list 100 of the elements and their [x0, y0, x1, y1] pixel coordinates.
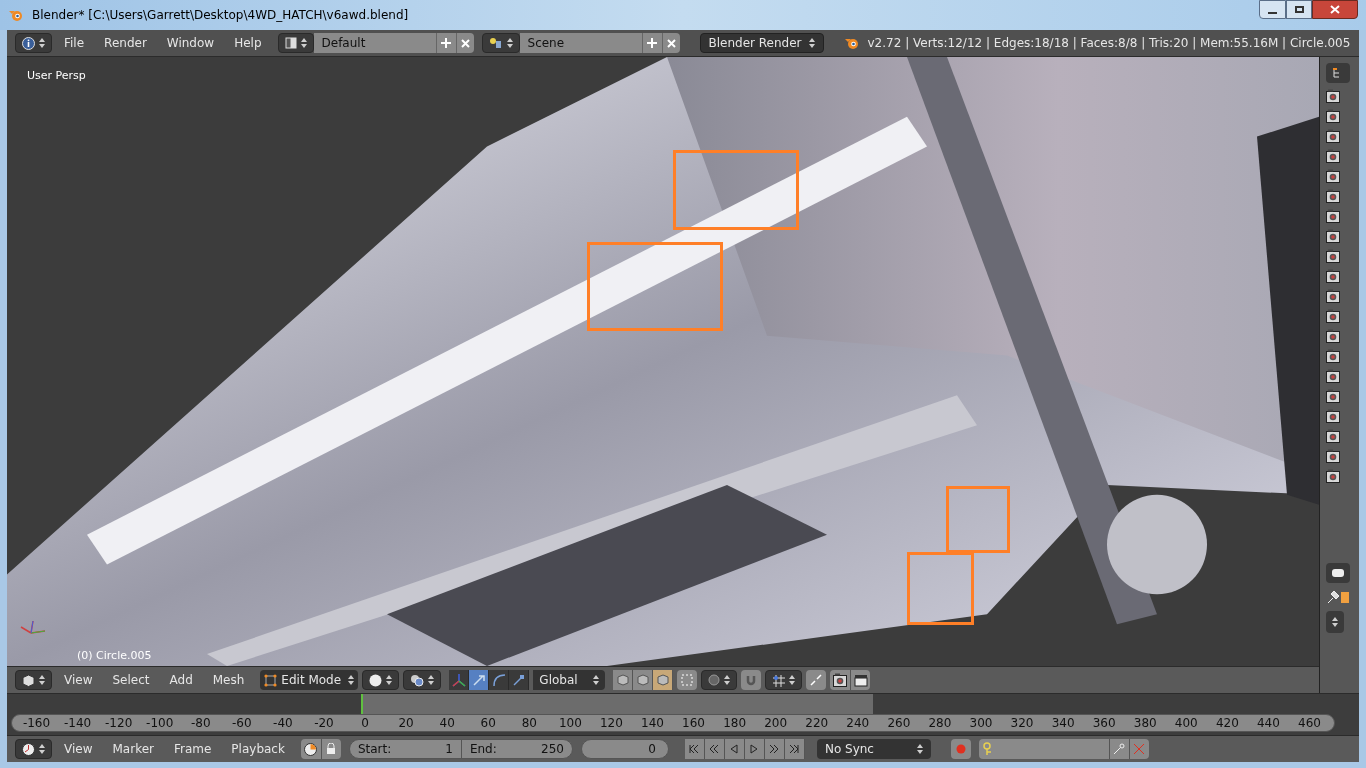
cube-icon	[636, 674, 649, 686]
camera-icon[interactable]	[1326, 189, 1340, 203]
camera-icon[interactable]	[1326, 449, 1340, 463]
snap-element-dropdown[interactable]	[765, 670, 803, 690]
manipulator-toggle[interactable]	[509, 670, 530, 690]
close-button[interactable]	[1312, 0, 1358, 19]
select-mode-toggle[interactable]	[633, 670, 654, 690]
camera-icon[interactable]	[1326, 169, 1340, 183]
pivot-dropdown[interactable]	[403, 670, 442, 690]
updown-arrows-icon	[348, 674, 355, 686]
insert-keyframe-button[interactable]	[1108, 739, 1129, 759]
add-button[interactable]	[641, 33, 662, 53]
menu-item[interactable]: File	[56, 34, 93, 52]
playback-button[interactable]	[784, 739, 805, 759]
clapperboard-icon	[853, 673, 868, 687]
camera-icon[interactable]	[1326, 229, 1340, 243]
camera-icon[interactable]	[1326, 469, 1340, 483]
frame-number: -100	[145, 715, 175, 732]
pin-icon[interactable]	[1326, 589, 1350, 605]
current-frame-field[interactable]: 0	[580, 739, 669, 759]
playback-button[interactable]	[704, 739, 725, 759]
plus-icon	[441, 38, 451, 48]
camera-icon[interactable]	[1326, 329, 1340, 343]
layout-field[interactable]: Default	[313, 33, 436, 53]
snap-toggle[interactable]	[741, 670, 762, 690]
playback-button[interactable]	[764, 739, 785, 759]
app-logo-icon	[8, 8, 24, 22]
menu-item[interactable]: Select	[104, 671, 158, 689]
playback-icon	[709, 743, 720, 755]
frame-number: 360	[1091, 715, 1117, 732]
select-mode-toggle[interactable]	[653, 670, 674, 690]
proportional-dropdown[interactable]	[701, 670, 738, 690]
scroll-arrows-button[interactable]	[1326, 611, 1344, 633]
menu-item[interactable]: Help	[226, 34, 270, 52]
render-engine-dropdown[interactable]: Blender Render	[699, 33, 824, 53]
frame-number: -80	[189, 715, 212, 732]
magnet-icon	[745, 674, 758, 686]
editor-type-button[interactable]	[15, 670, 52, 690]
select-mode-toggle[interactable]	[613, 670, 634, 690]
scene-type-button[interactable]	[481, 33, 520, 53]
menu-item[interactable]: Playback	[223, 740, 293, 758]
shading-dropdown[interactable]	[362, 670, 400, 690]
camera-icon[interactable]	[1326, 369, 1340, 383]
menu-item[interactable]: Add	[161, 671, 201, 689]
maximize-button[interactable]	[1286, 0, 1312, 19]
camera-icon[interactable]	[1326, 409, 1340, 423]
menu-item[interactable]: Frame	[165, 740, 220, 758]
playback-button[interactable]	[684, 739, 705, 759]
lock-toggle[interactable]	[320, 739, 341, 759]
editor-type-button[interactable]	[15, 739, 52, 759]
frame-number: -160	[21, 715, 52, 732]
menu-item[interactable]: View	[56, 671, 101, 689]
manipulator-toggle[interactable]	[469, 670, 490, 690]
camera-icon[interactable]	[1326, 289, 1340, 303]
camera-icon[interactable]	[1326, 309, 1340, 323]
frame-number: 300	[968, 715, 994, 732]
menu-item[interactable]: View	[56, 740, 101, 758]
render-animation-button[interactable]	[850, 670, 871, 690]
camera-icon[interactable]	[1326, 129, 1340, 143]
occlude-toggle[interactable]	[677, 670, 698, 690]
crossed-key-icon	[1133, 743, 1146, 755]
mode-dropdown[interactable]: Edit Mode	[260, 670, 359, 690]
camera-icon[interactable]	[1326, 269, 1340, 283]
updown-arrows-icon	[300, 37, 307, 49]
menu-item[interactable]: Mesh	[204, 671, 253, 689]
updown-arrows-icon	[1332, 616, 1338, 628]
keying-toggle[interactable]	[300, 739, 321, 759]
properties-type-button[interactable]	[1326, 563, 1350, 583]
minimize-button[interactable]	[1259, 0, 1286, 19]
sync-dropdown[interactable]: No Sync	[816, 739, 931, 759]
frame-number: 280	[927, 715, 953, 732]
editor-type-button[interactable]	[15, 33, 52, 53]
manipulator-toggle[interactable]	[449, 670, 470, 690]
dotted-square-icon	[681, 674, 694, 686]
camera-icon[interactable]	[1326, 109, 1340, 123]
camera-icon[interactable]	[1326, 349, 1340, 363]
add-button[interactable]	[435, 33, 456, 53]
outliner-type-button[interactable]	[1326, 63, 1350, 83]
auto-merge-toggle[interactable]	[806, 670, 827, 690]
camera-icon[interactable]	[1326, 149, 1340, 163]
layout-type-button[interactable]	[277, 33, 314, 53]
menu-item[interactable]: Render	[96, 34, 155, 52]
playback-icon	[729, 743, 740, 755]
arrow-icon	[471, 673, 486, 687]
camera-icon[interactable]	[1326, 209, 1340, 223]
updown-arrows-icon	[39, 743, 45, 755]
menu-item[interactable]: Window	[158, 34, 223, 52]
manipulator-toggle[interactable]	[489, 670, 510, 690]
clock-icon	[22, 742, 35, 756]
camera-icon[interactable]	[1326, 249, 1340, 263]
camera-icon[interactable]	[1326, 89, 1340, 103]
cube-icon	[616, 674, 629, 686]
camera-icon[interactable]	[1326, 429, 1340, 443]
view-label: User Persp	[27, 68, 86, 84]
keying-set-field[interactable]	[978, 739, 1109, 759]
scene-field[interactable]: Scene	[519, 33, 642, 53]
menu-item[interactable]: Marker	[104, 740, 162, 758]
camera-icon[interactable]	[1326, 389, 1340, 403]
app-logo-icon	[843, 36, 860, 50]
orientation-dropdown[interactable]: Global	[533, 670, 606, 690]
